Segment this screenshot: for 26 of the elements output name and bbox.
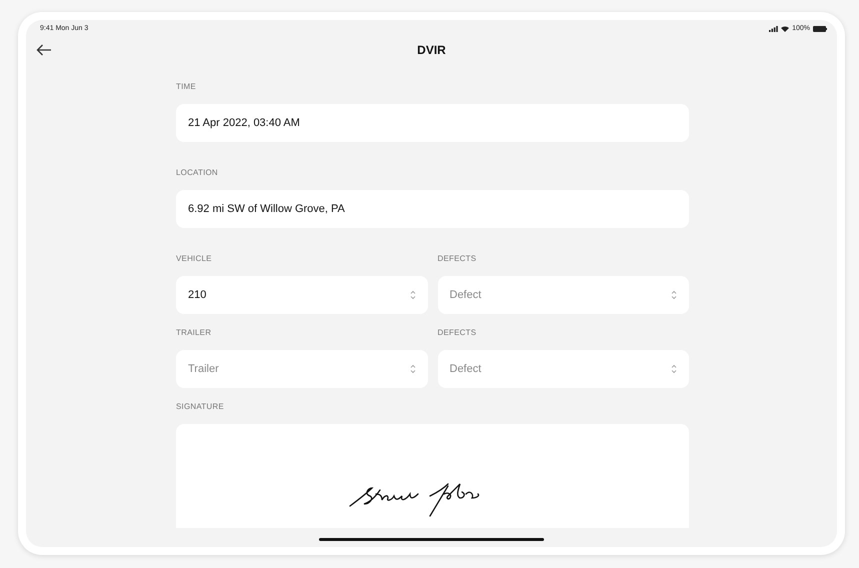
text-field[interactable]: 6.92 mi SW of Willow Grove, PA bbox=[176, 190, 689, 228]
chevron-updown-icon bbox=[671, 290, 677, 300]
select-placeholder: Defect bbox=[450, 289, 482, 301]
chevron-updown-icon bbox=[410, 290, 416, 300]
select-placeholder: Trailer bbox=[188, 363, 219, 375]
back-arrow-icon[interactable] bbox=[36, 44, 52, 56]
field-label: LOCATION bbox=[176, 168, 219, 178]
field-label: DEFECTS bbox=[438, 254, 478, 264]
field-label: SIGNATURE bbox=[176, 402, 225, 412]
page-title: DVIR bbox=[417, 43, 446, 57]
field-label: DEFECTS bbox=[438, 328, 478, 338]
wifi-icon bbox=[781, 26, 790, 32]
select-field[interactable]: 210 bbox=[176, 276, 428, 314]
chevron-updown-icon bbox=[410, 364, 416, 374]
field-label: TRAILER bbox=[176, 328, 212, 338]
field-label: TIME bbox=[176, 82, 197, 92]
select-placeholder: Defect bbox=[450, 363, 482, 375]
text-field[interactable]: 21 Apr 2022, 03:40 AM bbox=[176, 104, 689, 142]
signal-icon bbox=[769, 26, 778, 32]
select-field[interactable]: Trailer bbox=[176, 350, 428, 388]
select-field[interactable]: Defect bbox=[438, 276, 689, 314]
select-value: 210 bbox=[188, 289, 206, 301]
battery-icon bbox=[813, 26, 827, 32]
field-label: VEHICLE bbox=[176, 254, 213, 264]
select-field[interactable]: Defect bbox=[438, 350, 689, 388]
chevron-updown-icon bbox=[671, 364, 677, 374]
